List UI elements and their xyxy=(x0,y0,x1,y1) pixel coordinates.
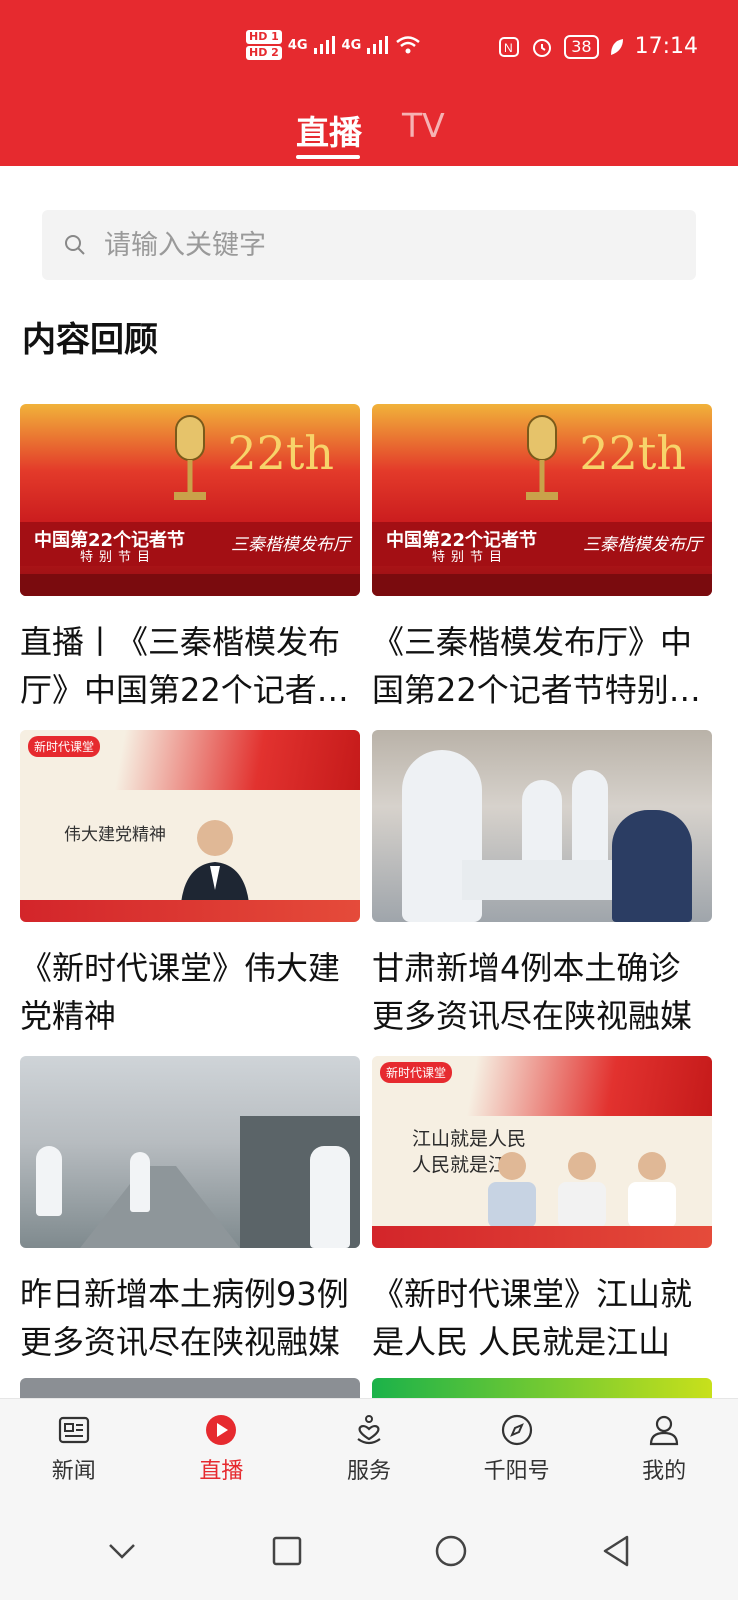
search-input[interactable] xyxy=(102,228,666,262)
number-22th: 22th xyxy=(579,426,686,480)
panel-speakers xyxy=(488,1152,676,1228)
tab-profile[interactable]: 我的 xyxy=(590,1399,738,1503)
nav-home-button[interactable] xyxy=(429,1529,473,1573)
video-thumbnail[interactable]: 新时代课堂 江山就是人民 人民就是江山 xyxy=(372,1056,712,1248)
battery-level: 38 xyxy=(564,34,599,59)
hd1-badge: HD 1 xyxy=(246,30,282,44)
health-worker-figure xyxy=(130,1152,150,1212)
tab-tv[interactable]: TV xyxy=(402,106,445,145)
video-title[interactable]: 《新时代课堂》江山就是人民 人民就是江山 xyxy=(372,1270,712,1366)
nav-back-button[interactable] xyxy=(594,1529,638,1573)
tab-live[interactable]: 直播 xyxy=(296,106,362,154)
video-thumbnail[interactable]: 22th 中国第22个记者节 特别节目 三秦楷模发布厅 xyxy=(372,404,712,596)
banner-sub: 特别节目 xyxy=(80,550,157,565)
hd2-badge: HD 2 xyxy=(246,46,282,60)
network-indicators: HD 1 HD 2 4G 4G xyxy=(246,30,421,60)
video-title[interactable]: 直播丨《三秦楷模发布厅》中国第22个记者节特别节目 xyxy=(20,618,360,714)
video-thumbnail[interactable] xyxy=(20,1056,360,1248)
tab-news[interactable]: 新闻 xyxy=(0,1399,148,1503)
video-title[interactable]: 甘肃新增4例本土确诊 更多资讯尽在陕视融媒 xyxy=(372,944,712,1040)
bottom-wave xyxy=(20,900,360,922)
bottom-wave xyxy=(372,1226,712,1248)
video-card[interactable]: 昨日新增本土病例93例 更多资讯尽在陕视融媒 xyxy=(20,1056,360,1366)
number-22th: 22th xyxy=(227,426,334,480)
bottom-tab-bar: 新闻 直播 服务 千阳号 我的 xyxy=(0,1398,738,1503)
news-icon xyxy=(58,1416,89,1444)
leaf-icon xyxy=(610,38,623,55)
signal-2-label: 4G xyxy=(341,37,362,53)
signal-1-label: 4G xyxy=(287,37,308,53)
chevron-down-icon xyxy=(109,1544,136,1559)
partial-card-thumbnail[interactable] xyxy=(372,1378,712,1398)
clock: 17:14 xyxy=(634,34,698,59)
banner-right: 三秦楷模发布厅 xyxy=(231,535,350,555)
video-thumbnail[interactable]: 新时代课堂 伟大建党精神 xyxy=(20,730,360,922)
app-header: HD 1 HD 2 4G 4G N 38 17:14 直播 TV xyxy=(0,0,738,166)
video-title[interactable]: 《新时代课堂》伟大建党精神 xyxy=(20,944,360,1040)
signal-icon xyxy=(367,36,389,54)
microphone-icon xyxy=(526,415,558,500)
square-icon xyxy=(272,1536,301,1566)
active-tab-indicator xyxy=(296,155,360,159)
video-card[interactable]: 22th 中国第22个记者节 特别节目 三秦楷模发布厅 《三秦楷模发布厅》中国第… xyxy=(372,404,712,714)
health-worker-figure xyxy=(522,780,562,870)
video-card[interactable]: 22th 中国第22个记者节 特别节目 三秦楷模发布厅 直播丨《三秦楷模发布厅》… xyxy=(20,404,360,714)
tab-label: 千阳号 xyxy=(483,1459,550,1484)
search-bar[interactable] xyxy=(42,210,696,280)
tab-label: 服务 xyxy=(346,1459,391,1484)
program-logo: 新时代课堂 xyxy=(28,736,101,757)
banner-band: 中国第22个记者节 特别节目 三秦楷模发布厅 xyxy=(372,522,712,566)
nav-collapse-button[interactable] xyxy=(100,1529,144,1573)
system-nav-bar xyxy=(0,1502,738,1600)
nfc-icon: N xyxy=(499,36,520,57)
tab-label: 新闻 xyxy=(51,1459,96,1484)
video-title[interactable]: 昨日新增本土病例93例 更多资讯尽在陕视融媒 xyxy=(20,1270,360,1366)
street xyxy=(80,1166,240,1248)
tab-service[interactable]: 服务 xyxy=(295,1399,443,1503)
back-triangle-icon xyxy=(603,1535,628,1567)
child-figure xyxy=(612,810,692,922)
video-card[interactable]: 甘肃新增4例本土确诊 更多资讯尽在陕视融媒 xyxy=(372,730,712,1040)
lecture-heading: 伟大建党精神 xyxy=(64,825,166,845)
section-title: 内容回顾 xyxy=(22,320,158,360)
svg-text:N: N xyxy=(504,41,513,55)
tab-label: 我的 xyxy=(642,1459,687,1484)
banner-sub: 特别节目 xyxy=(432,550,509,565)
video-card[interactable]: 新时代课堂 伟大建党精神 《新时代课堂》伟大建党精神 xyxy=(20,730,360,1040)
status-right: N 38 17:14 xyxy=(498,34,698,59)
wifi-icon xyxy=(396,36,421,54)
tab-qianyang[interactable]: 千阳号 xyxy=(443,1399,591,1503)
profile-icon xyxy=(650,1415,679,1446)
alarm-icon xyxy=(533,38,552,57)
health-worker-figure xyxy=(36,1146,62,1216)
microphone-icon xyxy=(174,415,206,500)
banner-band: 中国第22个记者节 特别节目 三秦楷模发布厅 xyxy=(20,522,360,566)
nav-recents-button[interactable] xyxy=(265,1529,309,1573)
banner-footer xyxy=(20,574,360,596)
signal-icon xyxy=(313,36,335,54)
video-card[interactable]: 新时代课堂 江山就是人民 人民就是江山 《新时代课堂》江山就是人民 人民就是江山 xyxy=(372,1056,712,1366)
partial-card-thumbnail[interactable] xyxy=(20,1378,360,1398)
health-worker-figure xyxy=(310,1146,350,1248)
top-tabs: 直播 TV xyxy=(0,100,738,160)
program-logo: 新时代课堂 xyxy=(380,1062,453,1083)
video-title[interactable]: 《三秦楷模发布厅》中国第22个记者节特别节目 xyxy=(372,618,712,714)
service-icon xyxy=(357,1415,381,1445)
search-icon xyxy=(65,235,85,255)
tab-live-bottom[interactable]: 直播 xyxy=(148,1399,296,1503)
banner-right: 三秦楷模发布厅 xyxy=(583,535,702,555)
compass-icon xyxy=(501,1414,532,1446)
circle-icon xyxy=(436,1535,467,1567)
status-bar: HD 1 HD 2 4G 4G N 38 17:14 xyxy=(0,30,738,74)
banner-footer xyxy=(372,574,712,596)
tab-label: 直播 xyxy=(199,1459,244,1484)
testing-table xyxy=(462,860,612,900)
live-play-icon xyxy=(206,1415,237,1445)
video-thumbnail[interactable] xyxy=(372,730,712,922)
video-thumbnail[interactable]: 22th 中国第22个记者节 特别节目 三秦楷模发布厅 xyxy=(20,404,360,596)
